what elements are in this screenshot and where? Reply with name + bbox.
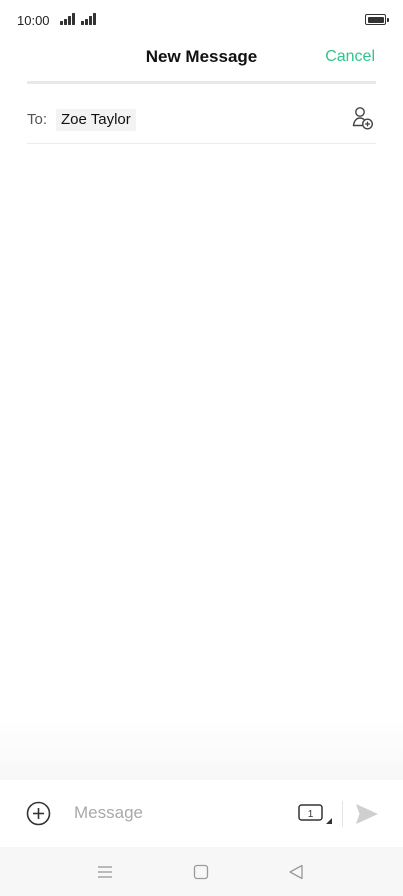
add-contact-icon[interactable] — [352, 106, 374, 130]
signal-strength-icon — [60, 13, 77, 25]
title-divider — [27, 81, 376, 84]
recipient-chip[interactable]: Zoe Taylor — [56, 109, 136, 131]
navigation-bar — [0, 847, 403, 896]
plus-circle-icon[interactable] — [26, 801, 51, 826]
menu-icon[interactable] — [96, 863, 114, 881]
sim-card-icon[interactable]: 1 — [298, 803, 334, 827]
signal-strength-icon — [81, 13, 98, 25]
home-icon[interactable] — [192, 863, 210, 881]
send-icon[interactable] — [354, 801, 380, 827]
cancel-button[interactable]: Cancel — [325, 48, 375, 66]
status-bar: 10:00 — [0, 0, 403, 40]
status-time: 10:00 — [17, 13, 50, 28]
to-label: To: — [27, 111, 48, 128]
recipient-field[interactable]: To: Zoe Taylor — [27, 100, 376, 144]
sim-slot-label: 1 — [308, 809, 314, 820]
battery-icon — [365, 14, 389, 25]
message-input[interactable] — [74, 800, 284, 826]
compose-divider — [342, 801, 343, 827]
title-bar: New Message Cancel — [0, 40, 403, 76]
back-icon[interactable] — [287, 863, 305, 881]
compose-bar: 1 — [0, 780, 403, 847]
conversation-area-fade — [0, 720, 403, 780]
